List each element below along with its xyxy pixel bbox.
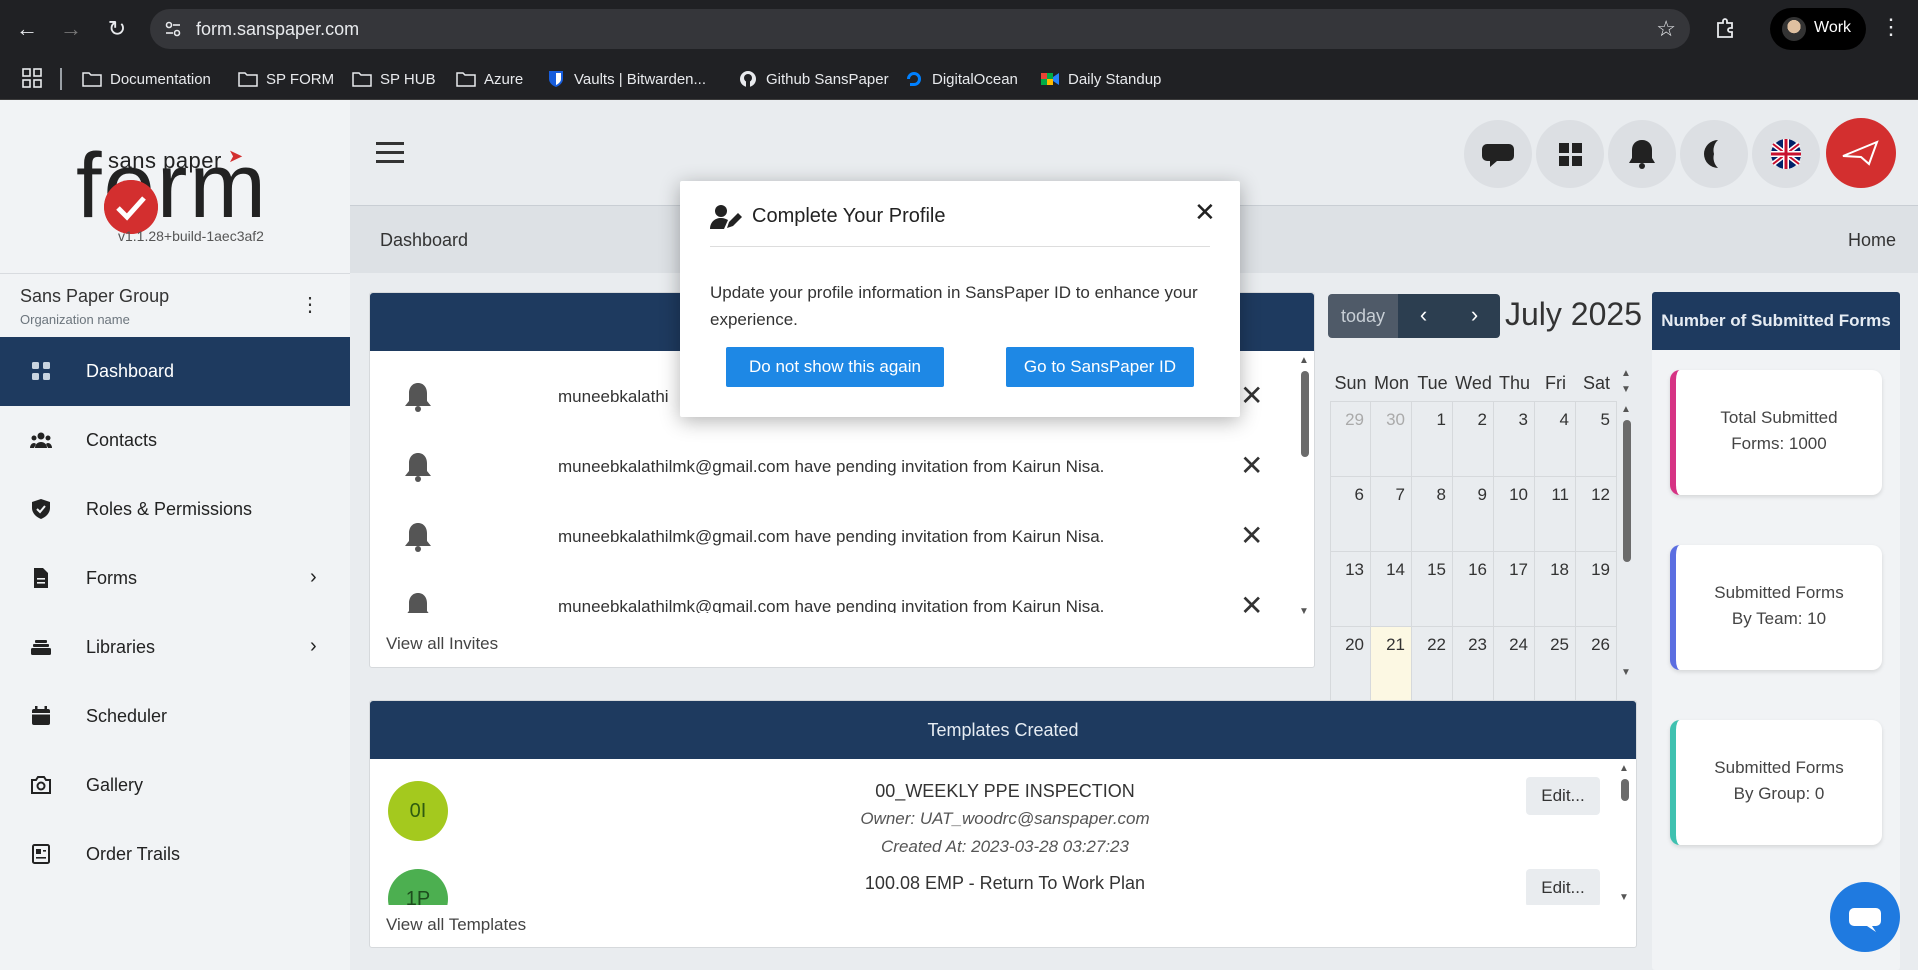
bookmark-sp-hub[interactable]: SP HUB [352, 66, 436, 92]
site-settings-icon[interactable] [164, 20, 182, 38]
browser-toolbar: ← → ↻ form.sanspaper.com ☆ Work ⋮ [0, 0, 1918, 58]
forward-button[interactable]: → [56, 14, 86, 44]
github-icon [740, 71, 756, 87]
bookmark-azure[interactable]: Azure [456, 66, 523, 92]
bookmark-label: Azure [484, 70, 524, 88]
bookmark-label: Github SansPaper [766, 70, 889, 88]
complete-profile-modal: Complete Your Profile ✕ Update your prof… [680, 181, 1240, 417]
url-text[interactable]: form.sanspaper.com [196, 19, 359, 40]
back-button[interactable]: ← [12, 14, 42, 44]
bookmark-documentation[interactable]: Documentation [82, 66, 211, 92]
modal-title: Complete Your Profile [752, 205, 946, 227]
profile-avatar [1782, 17, 1806, 41]
bookmark-daily-standup[interactable]: Daily Standup [1040, 66, 1161, 92]
user-edit-icon [710, 205, 742, 229]
extensions-icon[interactable] [1710, 14, 1740, 44]
meet-icon [1041, 73, 1059, 85]
bookmark-star-icon[interactable]: ☆ [1656, 16, 1676, 42]
bitwarden-icon [549, 71, 563, 87]
bookmark-sp-form[interactable]: SP FORM [238, 66, 334, 92]
bookmark-label: SP FORM [266, 70, 335, 88]
bookmark-digitalocean[interactable]: DigitalOcean [904, 66, 1018, 92]
bookmark-label: Daily Standup [1068, 70, 1162, 88]
close-icon[interactable]: ✕ [1194, 197, 1216, 228]
browser-menu-icon[interactable]: ⋮ [1880, 14, 1902, 40]
do-not-show-again-button[interactable]: Do not show this again [726, 347, 944, 387]
bookmarks-bar: Documentation SP FORM SP HUB Azure Vault… [0, 58, 1918, 100]
bookmark-label: SP HUB [380, 70, 436, 88]
bookmark-github[interactable]: Github SansPaper [738, 66, 889, 92]
address-bar[interactable]: form.sanspaper.com ☆ [150, 9, 1690, 49]
bookmark-bitwarden[interactable]: Vaults | Bitwarden... [546, 66, 706, 92]
bookmarks-separator [60, 68, 62, 90]
folder-icon [352, 72, 372, 87]
digitalocean-icon [907, 72, 921, 86]
apps-grid-icon[interactable] [22, 68, 42, 88]
reload-button[interactable]: ↻ [102, 14, 132, 44]
folder-icon [238, 72, 258, 87]
profile-label: Work [1814, 19, 1852, 36]
bookmark-label: Documentation [110, 70, 211, 88]
folder-icon [456, 72, 476, 87]
modal-divider [710, 246, 1210, 247]
go-to-sanspaper-id-button[interactable]: Go to SansPaper ID [1006, 347, 1194, 387]
folder-icon [82, 72, 102, 87]
bookmark-label: DigitalOcean [932, 70, 1018, 88]
bookmark-label: Vaults | Bitwarden... [574, 70, 707, 88]
modal-body-text: Update your profile information in SansP… [710, 283, 1198, 329]
profile-button[interactable]: Work [1770, 8, 1866, 50]
